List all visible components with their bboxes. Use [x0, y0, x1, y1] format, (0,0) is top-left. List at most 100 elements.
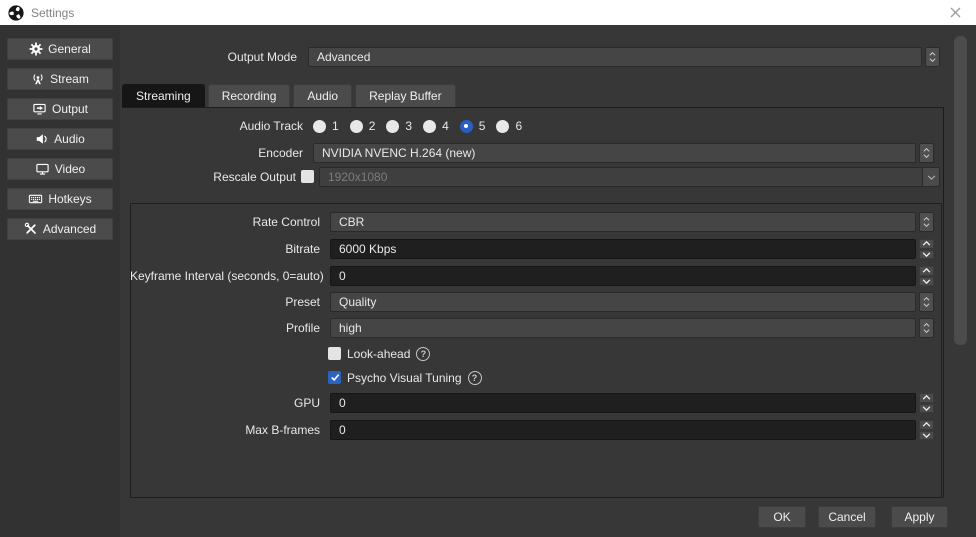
- look-ahead-checkbox[interactable]: [328, 347, 341, 360]
- radio-label: 4: [442, 119, 449, 133]
- rescale-resolution-value: 1920x1080: [328, 170, 387, 184]
- ok-button[interactable]: OK: [758, 506, 806, 528]
- obs-logo-icon: [8, 5, 24, 21]
- step-up-button[interactable]: [919, 266, 934, 276]
- step-up-button[interactable]: [919, 420, 934, 430]
- output-mode-label: Output Mode: [150, 47, 297, 67]
- chevron-down-icon: [923, 303, 930, 307]
- window-title: Settings: [31, 6, 74, 20]
- encoder-value: NVIDIA NVENC H.264 (new): [322, 146, 475, 160]
- sidebar-item-output[interactable]: Output: [7, 98, 113, 120]
- profile-select[interactable]: high: [330, 318, 916, 338]
- chevron-up-icon: [922, 395, 931, 400]
- radio-icon[interactable]: [423, 120, 436, 133]
- settings-window: Settings: [0, 0, 976, 537]
- max-bframes-label: Max B-frames: [130, 420, 320, 440]
- chevron-down-icon: [922, 252, 931, 257]
- sidebar-item-video[interactable]: Video: [7, 158, 113, 180]
- sidebar: General Stream Output Audio: [0, 25, 120, 537]
- dropdown-arrow[interactable]: [922, 168, 939, 186]
- sidebar-item-hotkeys[interactable]: Hotkeys: [7, 188, 113, 210]
- sidebar-item-advanced[interactable]: Advanced: [7, 218, 113, 240]
- preset-select[interactable]: Quality: [330, 292, 916, 312]
- radio-label: 6: [515, 119, 522, 133]
- output-mode-spinner[interactable]: [925, 47, 940, 67]
- radio-icon[interactable]: [350, 120, 363, 133]
- profile-label: Profile: [130, 318, 320, 338]
- radio-label: 2: [369, 119, 376, 133]
- max-bframes-input[interactable]: 0: [330, 420, 916, 440]
- radio-icon[interactable]: [386, 120, 399, 133]
- sidebar-item-label: Output: [52, 102, 88, 116]
- close-button[interactable]: [934, 0, 976, 25]
- max-bframes-value: 0: [339, 423, 346, 437]
- audio-track-option-1[interactable]: 1: [313, 119, 339, 133]
- keyframe-interval-value: 0: [339, 269, 346, 283]
- help-icon[interactable]: ?: [416, 347, 430, 361]
- tab-replay-buffer[interactable]: Replay Buffer: [355, 84, 456, 107]
- titlebar: Settings: [0, 0, 976, 25]
- audio-track-option-5[interactable]: 5: [460, 119, 486, 133]
- gear-icon: [29, 42, 43, 56]
- keyframe-interval-stepper: [919, 266, 934, 286]
- display-arrow-icon: [32, 102, 47, 116]
- rate-control-value: CBR: [339, 215, 364, 229]
- step-up-button[interactable]: [919, 393, 934, 403]
- audio-track-option-6[interactable]: 6: [496, 119, 522, 133]
- rate-control-select[interactable]: CBR: [330, 212, 916, 232]
- chevron-up-icon: [922, 422, 931, 427]
- sidebar-item-label: Advanced: [43, 222, 96, 236]
- radio-selected-icon[interactable]: [460, 120, 473, 133]
- step-down-button[interactable]: [919, 277, 934, 287]
- sidebar-item-label: Stream: [50, 72, 89, 86]
- sidebar-item-stream[interactable]: Stream: [7, 68, 113, 90]
- keyframe-interval-input[interactable]: 0: [330, 266, 916, 286]
- cancel-button[interactable]: Cancel: [818, 506, 876, 528]
- rate-control-spinner[interactable]: [919, 212, 934, 232]
- step-down-button[interactable]: [919, 431, 934, 441]
- encoder-select[interactable]: NVIDIA NVENC H.264 (new): [313, 143, 916, 163]
- audio-track-radios: 1 2 3 4 5 6: [313, 117, 533, 135]
- tab-audio[interactable]: Audio: [293, 84, 352, 107]
- radio-icon[interactable]: [496, 120, 509, 133]
- rescale-output-label: Rescale Output: [150, 167, 296, 187]
- psycho-visual-tuning-label: Psycho Visual Tuning: [347, 371, 462, 385]
- bitrate-value: 6000 Kbps: [339, 242, 396, 256]
- vertical-scrollbar[interactable]: [954, 36, 967, 345]
- rescale-output-checkbox[interactable]: [301, 170, 314, 183]
- chevron-up-icon: [922, 268, 931, 273]
- bitrate-label: Bitrate: [130, 239, 320, 259]
- tab-recording[interactable]: Recording: [208, 84, 291, 107]
- display-icon: [35, 162, 50, 176]
- chevron-down-icon: [923, 154, 930, 158]
- sidebar-item-general[interactable]: General: [7, 38, 113, 60]
- bitrate-input[interactable]: 6000 Kbps: [330, 239, 916, 259]
- sidebar-item-audio[interactable]: Audio: [7, 128, 113, 150]
- audio-track-option-3[interactable]: 3: [386, 119, 412, 133]
- preset-spinner[interactable]: [919, 292, 934, 312]
- encoder-spinner[interactable]: [919, 143, 934, 163]
- chevron-down-icon: [922, 406, 931, 411]
- sidebar-item-label: Video: [55, 162, 85, 176]
- psycho-visual-tuning-row: Psycho Visual Tuning ?: [328, 370, 482, 385]
- step-down-button[interactable]: [919, 250, 934, 260]
- radio-icon[interactable]: [313, 120, 326, 133]
- rescale-resolution-select[interactable]: 1920x1080: [319, 167, 940, 187]
- chevron-down-icon: [922, 279, 931, 284]
- step-down-button[interactable]: [919, 404, 934, 414]
- audio-track-option-2[interactable]: 2: [350, 119, 376, 133]
- output-mode-select[interactable]: Advanced: [308, 47, 922, 67]
- gpu-input[interactable]: 0: [330, 393, 916, 413]
- apply-button[interactable]: Apply: [891, 506, 948, 528]
- psycho-visual-tuning-checkbox[interactable]: [328, 371, 341, 384]
- help-icon[interactable]: ?: [468, 371, 482, 385]
- audio-track-option-4[interactable]: 4: [423, 119, 449, 133]
- profile-spinner[interactable]: [919, 318, 934, 338]
- gpu-stepper: [919, 393, 934, 413]
- tab-streaming[interactable]: Streaming: [122, 84, 205, 107]
- chevron-up-icon: [922, 241, 931, 246]
- step-up-button[interactable]: [919, 239, 934, 249]
- profile-value: high: [339, 321, 362, 335]
- chevron-up-icon: [929, 52, 936, 56]
- chevron-down-icon: [929, 58, 936, 62]
